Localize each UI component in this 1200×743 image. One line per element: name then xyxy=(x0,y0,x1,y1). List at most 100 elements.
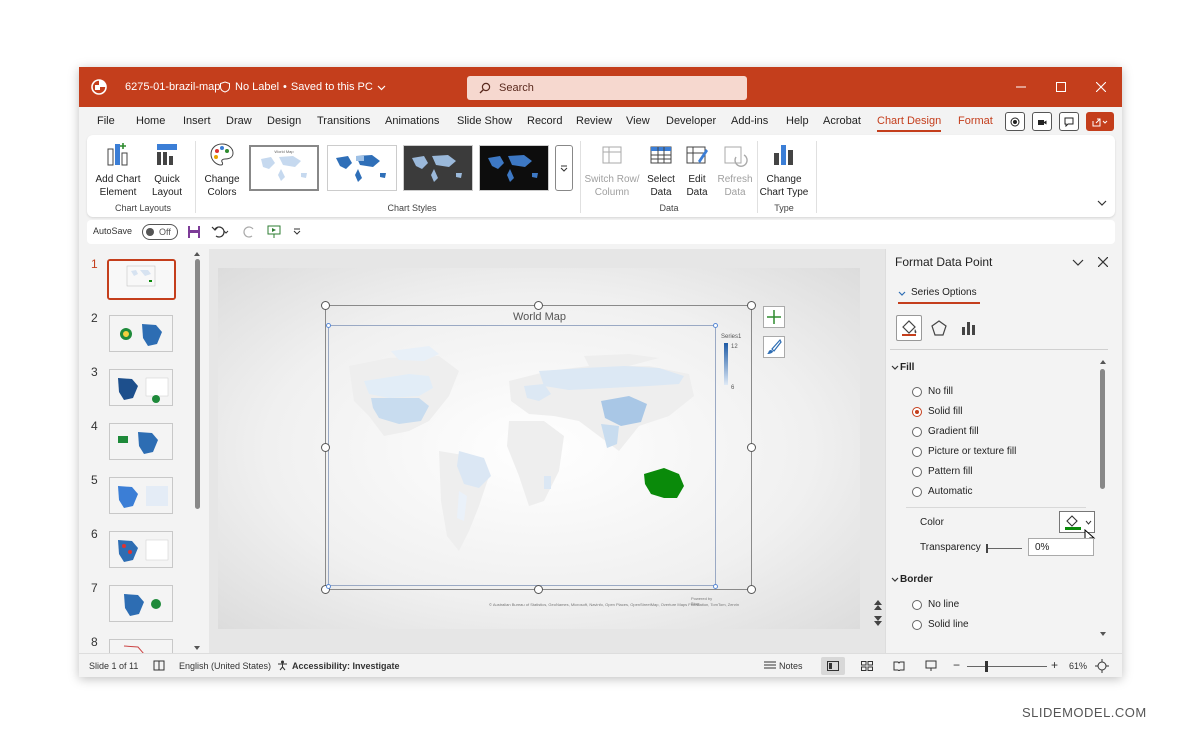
pane-scroll-down-icon[interactable] xyxy=(1099,631,1107,637)
pattern-fill-option[interactable]: Pattern fill xyxy=(912,466,972,477)
plot-handle-top-left[interactable] xyxy=(326,323,331,328)
chart-style-3[interactable] xyxy=(403,145,473,191)
resize-handle-right[interactable] xyxy=(747,443,756,452)
previous-slide-icon[interactable] xyxy=(873,599,883,611)
radio-button[interactable] xyxy=(912,386,922,397)
tab-help[interactable]: Help xyxy=(786,115,809,127)
zoom-level[interactable]: 61% xyxy=(1069,661,1087,671)
collapse-ribbon-icon[interactable] xyxy=(1097,199,1107,207)
radio-button[interactable] xyxy=(912,446,922,457)
chart-styles-more-button[interactable] xyxy=(555,145,573,191)
resize-handle-top-left[interactable] xyxy=(321,301,330,310)
fill-section-header[interactable]: Fill xyxy=(900,362,914,373)
radio-button[interactable] xyxy=(912,486,922,497)
scroll-up-icon[interactable] xyxy=(193,251,201,257)
tab-home[interactable]: Home xyxy=(136,115,165,127)
slide-thumbnail-3[interactable] xyxy=(109,369,173,406)
save-icon[interactable] xyxy=(187,225,201,239)
reading-view-icon[interactable] xyxy=(893,661,905,671)
australia-highlighted[interactable] xyxy=(644,468,684,498)
border-section-header[interactable]: Border xyxy=(900,574,933,585)
automatic-fill-option[interactable]: Automatic xyxy=(912,486,972,497)
search-box[interactable]: Search xyxy=(467,76,747,100)
resize-handle-top-right[interactable] xyxy=(747,301,756,310)
tab-add-ins[interactable]: Add-ins xyxy=(731,115,768,127)
effects-tab[interactable] xyxy=(926,315,952,341)
map-plot-area[interactable]: Powered by Bing © Australian Bureau of S… xyxy=(328,325,739,607)
minimize-button[interactable] xyxy=(1011,77,1031,97)
tab-insert[interactable]: Insert xyxy=(183,115,211,127)
slide-thumbnail-7[interactable] xyxy=(109,585,173,622)
slideshow-view-icon[interactable] xyxy=(925,660,937,672)
chart-style-1[interactable]: World Map xyxy=(249,145,319,191)
redo-icon[interactable] xyxy=(243,225,257,239)
transparency-input[interactable]: 0% xyxy=(1028,538,1094,556)
tab-transitions[interactable]: Transitions xyxy=(317,115,370,127)
record-button[interactable] xyxy=(1005,112,1025,131)
tab-file[interactable]: File xyxy=(97,115,115,127)
resize-handle-bottom-right[interactable] xyxy=(747,585,756,594)
slide-panel-scrollbar[interactable] xyxy=(195,259,200,509)
plot-handle-top-right[interactable] xyxy=(713,323,718,328)
present-button[interactable] xyxy=(1032,112,1052,131)
series-options-icon-tab[interactable] xyxy=(956,315,982,341)
fill-section-chevron-icon[interactable] xyxy=(891,365,899,371)
chart-title[interactable]: World Map xyxy=(326,311,753,323)
share-button[interactable] xyxy=(1086,112,1114,131)
solid-fill-option[interactable]: Solid fill xyxy=(912,406,962,417)
plot-handle-bottom-right[interactable] xyxy=(713,584,718,589)
tab-record[interactable]: Record xyxy=(527,115,562,127)
normal-view-button[interactable] xyxy=(821,657,845,675)
chart-elements-button[interactable] xyxy=(763,306,785,328)
transparency-slider-thumb[interactable] xyxy=(986,544,988,553)
gradient-fill-option[interactable]: Gradient fill xyxy=(912,426,979,437)
switch-row-column-button[interactable]: Switch Row/ Column xyxy=(583,141,641,199)
no-line-option[interactable]: No line xyxy=(912,599,959,610)
radio-button[interactable] xyxy=(912,599,922,610)
change-colors-button[interactable]: Change Colors xyxy=(201,141,243,199)
language[interactable]: English (United States) xyxy=(179,661,271,671)
zoom-out-button[interactable]: − xyxy=(953,658,960,672)
radio-button[interactable] xyxy=(912,426,922,437)
close-button[interactable] xyxy=(1091,77,1111,97)
pane-scrollbar[interactable] xyxy=(1100,369,1105,489)
transparency-slider[interactable] xyxy=(986,548,1022,549)
tab-design[interactable]: Design xyxy=(267,115,301,127)
radio-button[interactable] xyxy=(912,466,922,477)
chart-style-2[interactable] xyxy=(327,145,397,191)
slide-thumbnail-1[interactable] xyxy=(107,259,176,300)
border-section-chevron-icon[interactable] xyxy=(891,577,899,583)
tab-draw[interactable]: Draw xyxy=(226,115,252,127)
resize-handle-bottom[interactable] xyxy=(534,585,543,594)
accessibility-status[interactable]: Accessibility: Investigate xyxy=(292,661,400,671)
picture-texture-fill-option[interactable]: Picture or texture fill xyxy=(912,446,1016,457)
refresh-data-button[interactable]: Refresh Data xyxy=(715,141,755,199)
tab-chart-design[interactable]: Chart Design xyxy=(877,115,942,132)
pane-options-chevron-icon[interactable] xyxy=(1072,259,1084,267)
present-from-start-icon[interactable] xyxy=(267,225,281,239)
slide-sorter-icon[interactable] xyxy=(861,661,873,671)
spelling-check-icon[interactable] xyxy=(153,660,165,671)
slide-canvas[interactable]: World Map Powered by Bing © Australian B… xyxy=(218,268,860,629)
select-data-button[interactable]: Select Data xyxy=(643,141,679,199)
tab-format[interactable]: Format xyxy=(958,115,993,127)
next-slide-icon[interactable] xyxy=(873,615,883,627)
slide-thumbnail-6[interactable] xyxy=(109,531,173,568)
zoom-slider[interactable] xyxy=(967,666,1047,667)
plot-handle-bottom-left[interactable] xyxy=(326,584,331,589)
pane-close-icon[interactable] xyxy=(1098,257,1108,267)
chart-object[interactable]: World Map Powered by Bing © Australian B… xyxy=(321,301,756,607)
comments-button[interactable] xyxy=(1059,112,1079,131)
series-options-tab[interactable]: Series Options xyxy=(911,287,977,298)
chart-styles-button[interactable] xyxy=(763,336,785,358)
autosave-toggle[interactable]: Off xyxy=(142,224,178,240)
zoom-in-button[interactable]: + xyxy=(1051,658,1058,672)
pane-scroll-up-icon[interactable] xyxy=(1099,359,1107,365)
undo-icon[interactable] xyxy=(211,225,229,239)
tab-animations[interactable]: Animations xyxy=(385,115,439,127)
slide-thumbnail-8[interactable] xyxy=(109,639,173,653)
radio-button[interactable] xyxy=(912,619,922,630)
scroll-down-icon[interactable] xyxy=(193,645,201,651)
radio-button-selected[interactable] xyxy=(912,406,922,417)
slide-thumbnail-4[interactable] xyxy=(109,423,173,460)
